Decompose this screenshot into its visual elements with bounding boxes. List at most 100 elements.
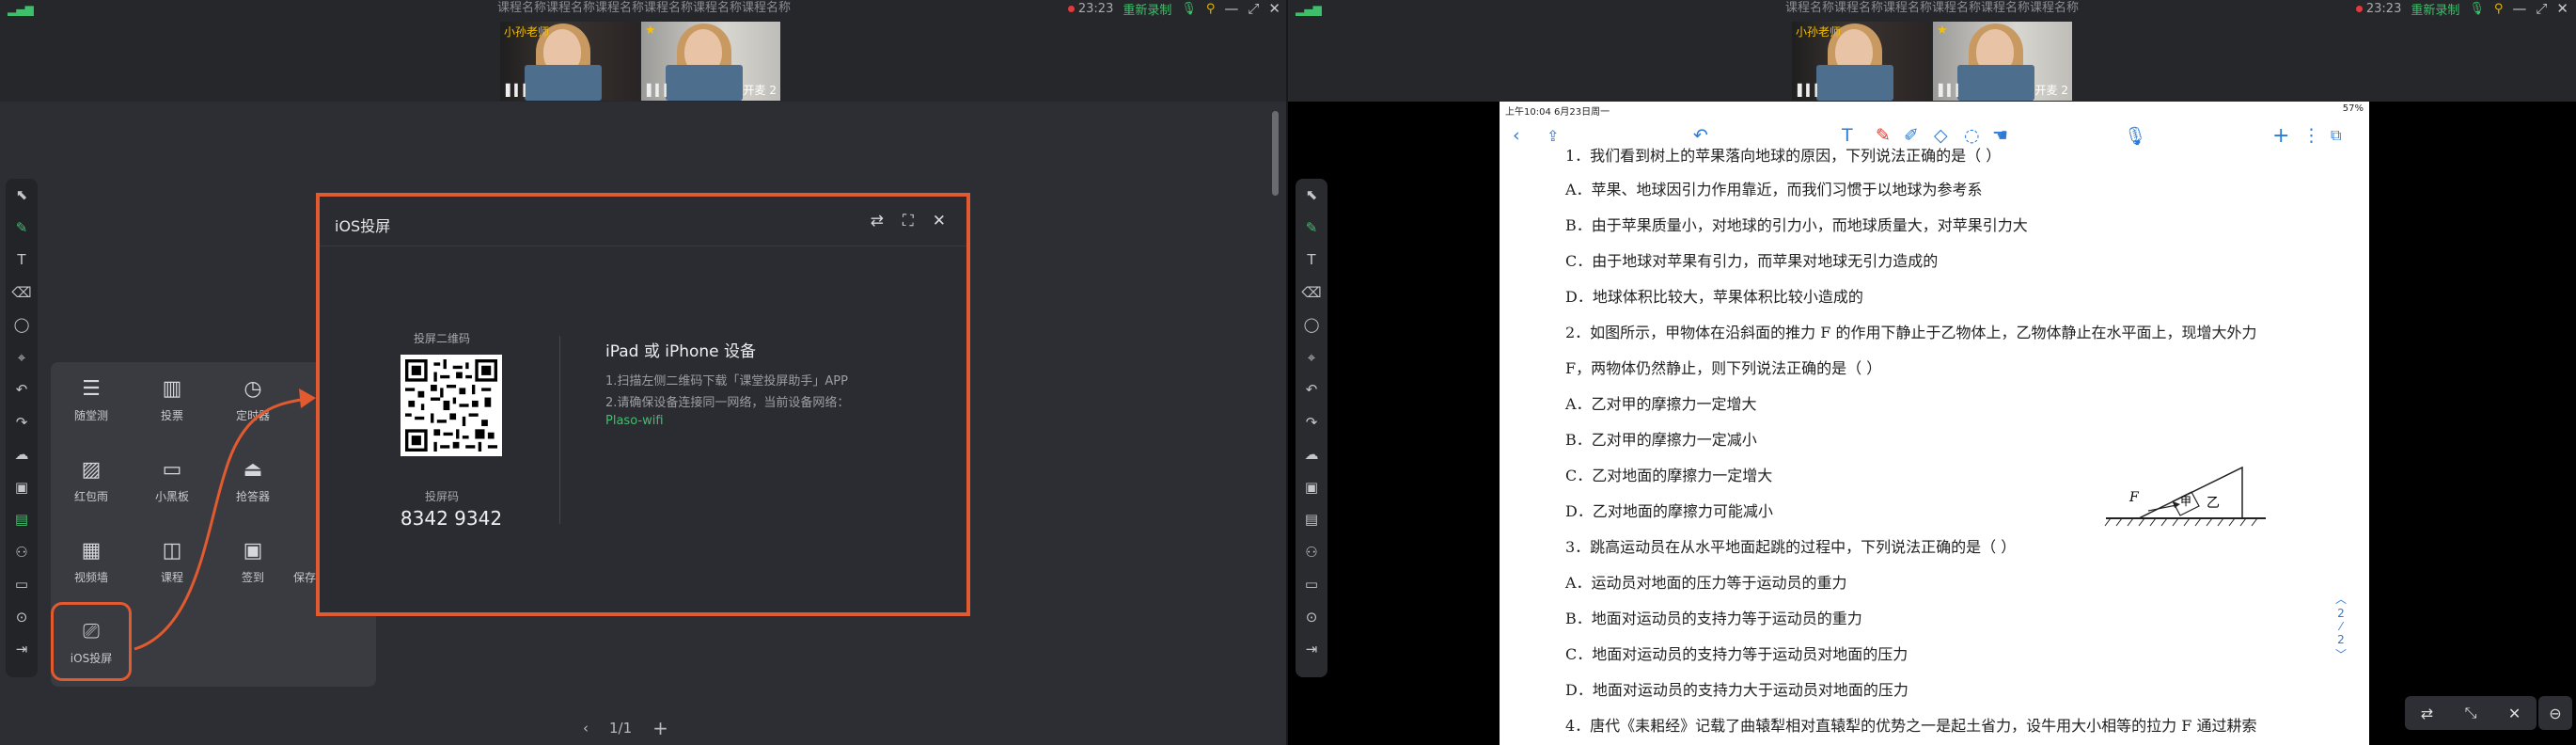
teacher-video[interactable]: 小孙老师 ▌▍▎ xyxy=(1792,22,1931,101)
eraser-icon[interactable]: ⌫ xyxy=(6,277,38,309)
restore-icon[interactable]: ⤢ xyxy=(1248,0,1259,17)
doc-line: 1．我们看到树上的苹果落向地球的原因，下列说法正确的是（ ） xyxy=(1565,147,2002,165)
back-icon[interactable]: ‹ xyxy=(1513,125,1520,146)
dialog-vertical-divider xyxy=(559,336,560,524)
blackboard-icon: ▭ xyxy=(162,458,182,482)
vertical-scrollbar[interactable] xyxy=(1272,111,1279,196)
text-icon[interactable]: T xyxy=(1296,244,1327,277)
image-icon[interactable]: ▣ xyxy=(6,471,38,504)
student-video[interactable]: ★ ▌▍▎ 开麦 2 xyxy=(1933,22,2072,101)
tool-label: 投票 xyxy=(160,409,183,422)
undo-icon[interactable]: ↶ xyxy=(6,373,38,406)
toolbox-icon[interactable]: ▤ xyxy=(1296,503,1327,536)
doc-line: B．乙对甲的摩擦力一定减小 xyxy=(1565,431,1757,449)
add-page-icon[interactable]: + xyxy=(652,717,668,739)
tool-label: 红包雨 xyxy=(73,490,108,503)
mic-icon[interactable]: 🎙︎ xyxy=(2124,125,2146,147)
ipad-status-time: 上午10:04 6月23日周一 xyxy=(1505,107,1610,118)
redo-icon[interactable]: ↷ xyxy=(1296,406,1327,439)
force-label: F xyxy=(2128,490,2140,505)
restore-icon[interactable]: ⤢ xyxy=(2536,0,2547,17)
tool-vote[interactable]: ▥ 投票 xyxy=(132,362,212,441)
fullscreen-icon[interactable]: ⛶ xyxy=(903,212,914,230)
top-right-controls: 23:23 重新录制 🎙︎ ⚲ — ⤢ ✕ xyxy=(2355,0,2576,18)
location-icon[interactable]: ⚲ xyxy=(1206,2,1216,16)
user-icon[interactable]: ⚇ xyxy=(1296,536,1327,569)
add-icon[interactable]: + xyxy=(2272,124,2289,148)
page-up-icon[interactable]: ︿ xyxy=(2332,591,2350,607)
tool-quiz[interactable]: ☰ 随堂测 xyxy=(51,362,132,441)
minimize-icon[interactable]: — xyxy=(1224,0,1238,17)
exit-fullscreen-icon[interactable]: ⤡ xyxy=(2465,704,2477,722)
minimize-icon[interactable]: — xyxy=(2512,0,2526,17)
settings-icon[interactable]: ⊙ xyxy=(6,601,38,634)
tool-blackboard[interactable]: ▭ 小黑板 xyxy=(132,443,212,522)
share-icon[interactable]: ⇪ xyxy=(1547,127,1559,145)
select-icon[interactable]: ⬉ xyxy=(6,179,38,212)
close-icon[interactable]: ✕ xyxy=(933,212,946,230)
settings-icon[interactable]: ⊙ xyxy=(1296,601,1327,634)
tool-buzzer[interactable]: ⏏ 抢答器 xyxy=(212,443,293,522)
shape-icon[interactable]: ◯ xyxy=(6,309,38,341)
ipad-battery: 57% xyxy=(2342,103,2364,114)
doc-line: A．运动员对地面的压力等于运动员的重力 xyxy=(1565,574,1847,592)
toolbox-icon[interactable]: ▤ xyxy=(6,503,38,536)
page-indicator[interactable]: ︿ 2 ⁄ 2 ﹀ xyxy=(2332,591,2350,662)
chat-icon[interactable]: ▭ xyxy=(1296,568,1327,601)
student-video[interactable]: ★ ▌▍▎ 开麦 2 xyxy=(641,22,780,101)
page-number: 1/1 xyxy=(609,720,633,737)
qr-code xyxy=(401,355,502,456)
teacher-video[interactable]: 小孙老师 ▌▍▎ xyxy=(500,22,639,101)
tool-video-wall[interactable]: ▦ 视频墙 xyxy=(51,524,132,603)
tool-timer[interactable]: ◷ 定时器 xyxy=(212,362,293,441)
tool-checkin[interactable]: ▣ 签到 xyxy=(212,524,293,603)
mic-icon[interactable]: 🎙︎ xyxy=(1181,2,1197,16)
tool-save[interactable]: ▣保存 xyxy=(293,524,316,603)
record-dot-icon xyxy=(2355,5,2363,12)
ios-screencast-dialog: iOS投屏 ⇄ ⛶ ✕ 投屏二维码 投屏码 8342 9342 iPad 或 i… xyxy=(316,193,970,616)
sliders-icon[interactable]: ⇄ xyxy=(871,212,884,230)
rerecord-button[interactable]: 重新录制 xyxy=(2411,0,2459,18)
minimize-cast-button[interactable]: ⊖ xyxy=(2538,696,2572,730)
qr-code-image xyxy=(405,359,497,452)
location-icon[interactable]: ⚲ xyxy=(2494,2,2504,16)
prev-page-icon[interactable]: ‹ xyxy=(583,720,589,737)
sliders-icon[interactable]: ⇄ xyxy=(2421,705,2433,722)
user-icon[interactable]: ⚇ xyxy=(6,536,38,569)
eraser-icon[interactable]: ⌫ xyxy=(1296,277,1327,309)
undo-icon[interactable]: ↶ xyxy=(1296,373,1327,406)
close-icon[interactable]: ✕ xyxy=(1268,0,1280,17)
page-down-icon[interactable]: ﹀ xyxy=(2332,646,2350,662)
laser-icon[interactable]: ⌖ xyxy=(6,341,38,374)
buzzer-icon: ⏏ xyxy=(243,458,263,482)
redo-icon[interactable]: ↷ xyxy=(6,406,38,439)
exit-icon[interactable]: ⇥ xyxy=(6,633,38,666)
red-packet-icon: ▨ xyxy=(81,458,102,482)
pen-icon[interactable]: ✎ xyxy=(6,212,38,245)
tool-course[interactable]: ◫ 课程 xyxy=(132,524,212,603)
code-caption: 投屏码 xyxy=(424,490,459,503)
pen-icon[interactable]: ✎ xyxy=(1296,212,1327,245)
more-icon[interactable]: ⋮ xyxy=(2302,125,2320,146)
mic-icon[interactable]: 🎙︎ xyxy=(2469,2,2485,16)
close-icon[interactable]: ✕ xyxy=(2508,705,2521,722)
cloud-icon[interactable]: ☁ xyxy=(1296,438,1327,471)
video-name: 开麦 2 xyxy=(2034,84,2068,97)
top-bar: ▂▄▆ 课程名称课程名称课程名称课程名称课程名称课程名称 23:23 重新录制 … xyxy=(0,0,1288,102)
exit-icon[interactable]: ⇥ xyxy=(1296,633,1327,666)
pages-icon[interactable]: ⧉ xyxy=(2331,126,2341,145)
cloud-icon[interactable]: ☁ xyxy=(6,438,38,471)
device-title: iPad 或 iPhone 设备 xyxy=(605,342,757,361)
tool-ios-screencast[interactable]: ⎚ iOS投屏 xyxy=(51,602,132,681)
rerecord-button[interactable]: 重新录制 xyxy=(1123,0,1171,18)
chat-icon[interactable]: ▭ xyxy=(6,568,38,601)
object-jia-label: 甲 xyxy=(2180,495,2191,508)
shape-icon[interactable]: ◯ xyxy=(1296,309,1327,341)
image-icon[interactable]: ▣ xyxy=(1296,471,1327,504)
laser-icon[interactable]: ⌖ xyxy=(1296,341,1327,374)
text-icon[interactable]: T xyxy=(6,244,38,277)
select-icon[interactable]: ⬉ xyxy=(1296,179,1327,212)
tool-red-packet[interactable]: ▨ 红包雨 xyxy=(51,443,132,522)
tool-label: iOS投屏 xyxy=(70,652,113,665)
close-icon[interactable]: ✕ xyxy=(2556,0,2568,17)
